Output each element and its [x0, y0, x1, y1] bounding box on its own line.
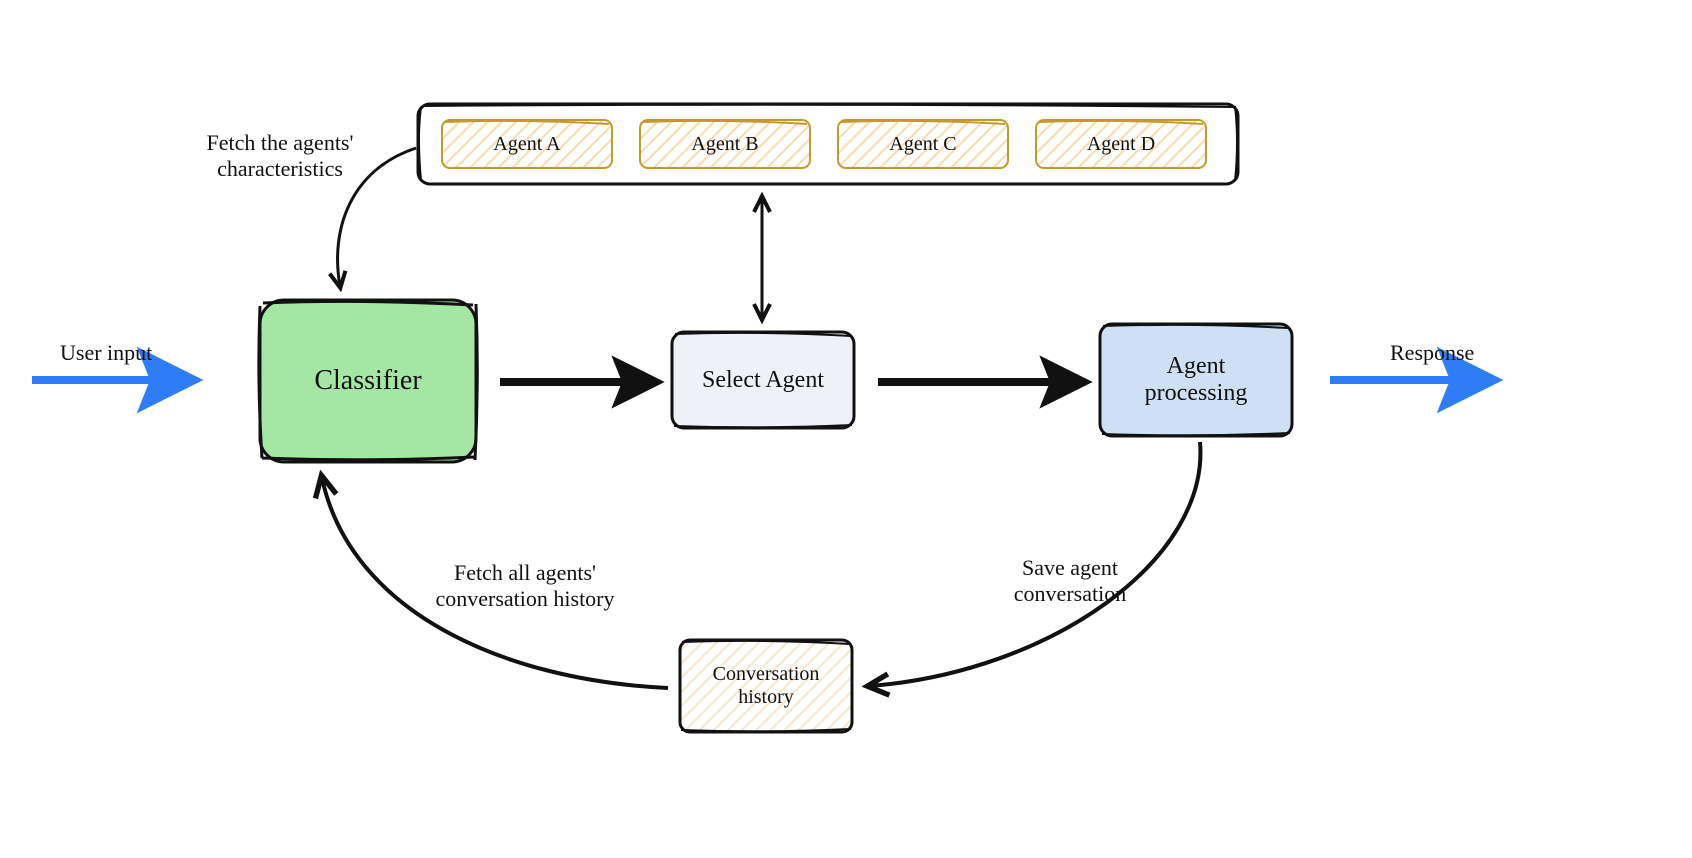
label-fetch-history: Fetch all agents' conversation history	[400, 560, 650, 612]
label-save-conversation: Save agent conversation	[970, 555, 1170, 607]
agent-pill-label: Agent B	[640, 120, 810, 168]
agent-processing-label: Agent processing	[1100, 324, 1292, 436]
diagram-canvas: User input Response Fetch the agents' ch…	[0, 0, 1692, 858]
label-user-input: User input	[60, 340, 152, 366]
select-agent-label: Select Agent	[672, 332, 854, 428]
conversation-history-label: Conversation history	[680, 640, 852, 732]
agent-pill-label: Agent A	[442, 120, 612, 168]
label-response: Response	[1390, 340, 1474, 366]
classifier-label: Classifier	[260, 300, 476, 462]
agent-pill-label: Agent D	[1036, 120, 1206, 168]
label-fetch-characteristics: Fetch the agents' characteristics	[165, 130, 395, 182]
agent-pill-label: Agent C	[838, 120, 1008, 168]
